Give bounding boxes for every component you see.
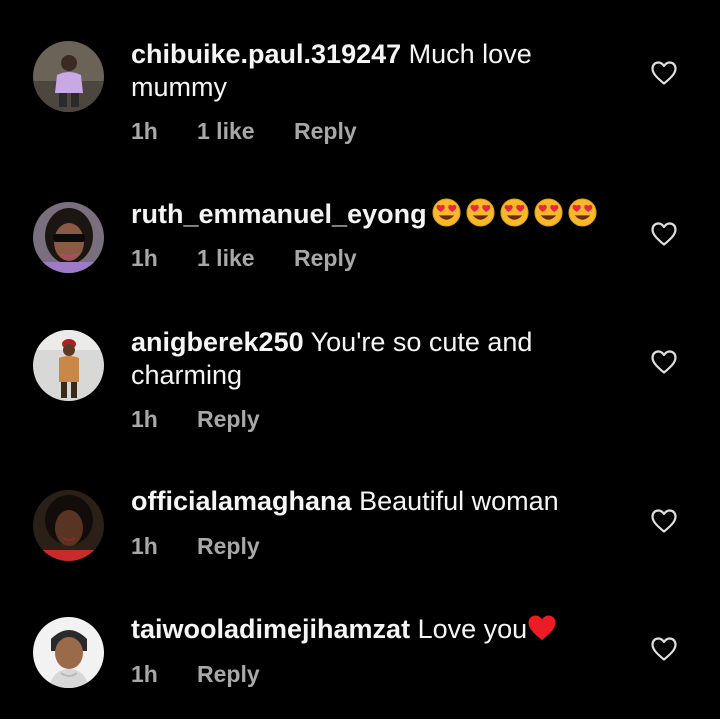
comment-username[interactable]: chibuike.paul.319247	[131, 39, 401, 69]
heart-outline-icon[interactable]	[650, 60, 678, 86]
comment-time: 1h	[131, 533, 158, 559]
heart-outline-icon[interactable]	[650, 636, 678, 662]
heart-outline-icon[interactable]	[650, 221, 678, 247]
comment-meta: 1h 1 like Reply	[131, 118, 357, 145]
avatar[interactable]	[33, 41, 104, 112]
reply-button[interactable]: Reply	[294, 118, 357, 145]
comment-body: anigberek250 You're so cute and charming	[131, 326, 611, 392]
heart-eyes-emoji	[568, 198, 597, 227]
comment-username[interactable]: taiwooladimejihamzat	[131, 614, 410, 644]
avatar[interactable]	[33, 330, 104, 401]
comment-time: 1h	[131, 406, 158, 432]
comment-body: ruth_emmanuel_eyong	[131, 198, 611, 231]
emoji-group	[431, 197, 598, 228]
reply-button[interactable]: Reply	[197, 533, 260, 560]
comment-time: 1h	[131, 118, 158, 144]
comment-body: chibuike.paul.319247 Much love mummy	[131, 38, 611, 104]
heart-eyes-emoji	[500, 198, 529, 227]
comment-username[interactable]: officialamaghana	[131, 486, 352, 516]
avatar[interactable]	[33, 490, 104, 561]
comment-text: Love you	[417, 614, 528, 644]
comment-likes-count[interactable]: 1 like	[197, 245, 294, 272]
comment-text: Beautiful woman	[359, 486, 559, 516]
comment-time: 1h	[131, 245, 158, 271]
comment-username[interactable]: anigberek250	[131, 327, 304, 357]
comment-meta: 1h Reply	[131, 661, 260, 688]
comment-likes-count[interactable]: 1 like	[197, 118, 294, 145]
comment-body: taiwooladimejihamzat Love you	[131, 613, 611, 646]
avatar[interactable]	[33, 202, 104, 273]
red-heart-emoji	[527, 614, 557, 642]
comment-meta: 1h Reply	[131, 533, 260, 560]
reply-button[interactable]: Reply	[197, 661, 260, 688]
heart-eyes-emoji	[534, 198, 563, 227]
avatar[interactable]	[33, 617, 104, 688]
heart-outline-icon[interactable]	[650, 508, 678, 534]
comment-meta: 1h 1 like Reply	[131, 245, 357, 272]
heart-eyes-emoji	[432, 198, 461, 227]
comment-username[interactable]: ruth_emmanuel_eyong	[131, 199, 427, 229]
heart-outline-icon[interactable]	[650, 349, 678, 375]
reply-button[interactable]: Reply	[197, 406, 260, 433]
comment-time: 1h	[131, 661, 158, 687]
heart-eyes-emoji	[466, 198, 495, 227]
comment-meta: 1h Reply	[131, 406, 260, 433]
comment-body: officialamaghana Beautiful woman	[131, 485, 611, 518]
reply-button[interactable]: Reply	[294, 245, 357, 272]
